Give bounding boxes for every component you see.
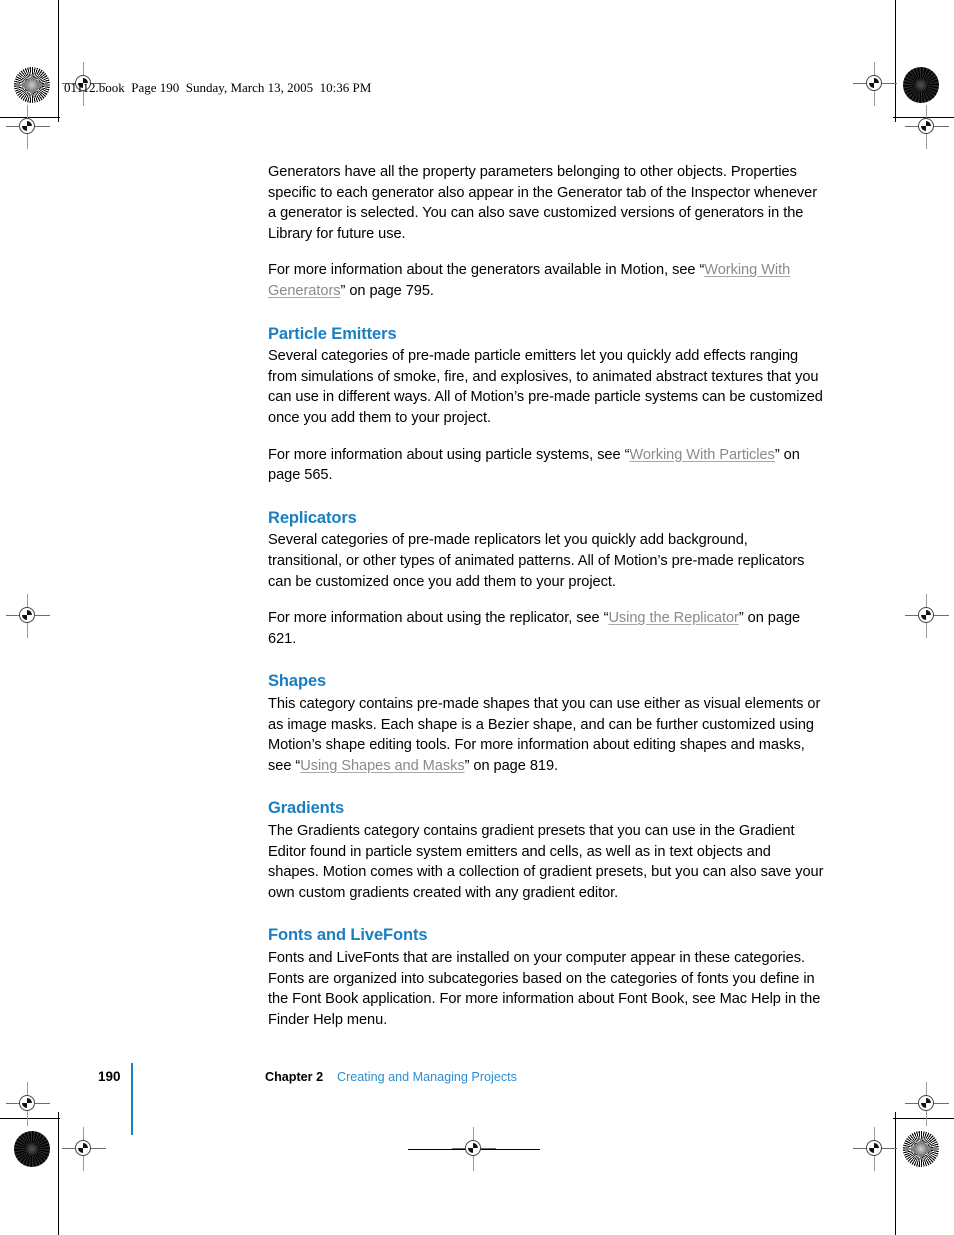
intro-paragraph: Generators have all the property paramet… — [268, 164, 818, 242]
shapes-paragraph-tail: ” on page 819. — [464, 757, 559, 774]
crossreference-replicators: For more information about using the rep… — [268, 608, 824, 649]
intro-xref-lead: For more information about the generator… — [268, 262, 705, 279]
registration-mark-upper-right-inset — [905, 105, 949, 149]
paragraph-fonts-and-livefonts: Fonts and LiveFonts that are installed o… — [268, 949, 821, 1028]
paragraph-gradients: The Gradients category contains gradient… — [268, 822, 824, 901]
heading-replicators: Replicators — [268, 508, 357, 527]
footer-chapter-label: Chapter 2 — [265, 1070, 324, 1084]
page-footer: 190 Chapter 2 Creating and Managing Proj… — [0, 1063, 954, 1135]
paragraph-replicators: Several categories of pre-made replicato… — [268, 532, 805, 590]
registration-mark-bottom-center — [452, 1127, 496, 1171]
color-burst-target-bottom-right — [903, 1131, 939, 1167]
color-burst-target-bottom-left — [14, 1131, 50, 1167]
registration-mark-bottom-left — [62, 1127, 106, 1171]
heading-fonts-and-livefonts: Fonts and LiveFonts — [268, 926, 428, 945]
crossreference-particle-emitters: For more information about using particl… — [268, 445, 824, 486]
intro-xref-tail: ” on page 795. — [340, 282, 434, 299]
color-burst-target-top-right — [903, 67, 939, 103]
registration-mark-mid-right — [905, 594, 949, 638]
body-text-column: Generators have all the property paramet… — [268, 162, 824, 1046]
xref-link-using-shapes-and-masks[interactable]: Using Shapes and Masks — [300, 758, 464, 774]
page-number: 190 — [98, 1069, 121, 1084]
registration-mark-top-right — [853, 62, 897, 106]
paragraph-particle-emitters: Several categories of pre-made particle … — [268, 348, 823, 426]
footer-chapter-title: Creating and Managing Projects — [337, 1070, 517, 1084]
registration-mark-mid-left — [6, 594, 50, 638]
xref-lead-particles: For more information about using particl… — [268, 446, 630, 463]
xref-link-working-with-particles[interactable]: Working With Particles — [629, 447, 774, 463]
paragraph-shapes: This category contains pre-made shapes t… — [268, 694, 824, 776]
intro-crossreference-paragraph: For more information about the generator… — [268, 260, 824, 301]
heading-gradients: Gradients — [268, 799, 345, 818]
xref-link-using-the-replicator[interactable]: Using the Replicator — [608, 610, 738, 626]
registration-mark-bottom-right — [853, 1127, 897, 1171]
trim-line-top-left-vertical — [58, 0, 59, 122]
registration-mark-upper-left-inset — [6, 105, 50, 149]
document-page: 01112.book Page 190 Sunday, March 13, 20… — [0, 0, 954, 1235]
footer-vertical-rule — [131, 1063, 133, 1135]
xref-lead-replicator: For more information about using the rep… — [268, 610, 609, 627]
trim-line-bottom-left-vertical — [58, 1112, 59, 1235]
color-burst-target-top-left — [14, 67, 50, 103]
heading-shapes: Shapes — [268, 672, 327, 691]
header-slug-line: 01112.book Page 190 Sunday, March 13, 20… — [64, 80, 372, 95]
heading-particle-emitters: Particle Emitters — [268, 324, 397, 343]
